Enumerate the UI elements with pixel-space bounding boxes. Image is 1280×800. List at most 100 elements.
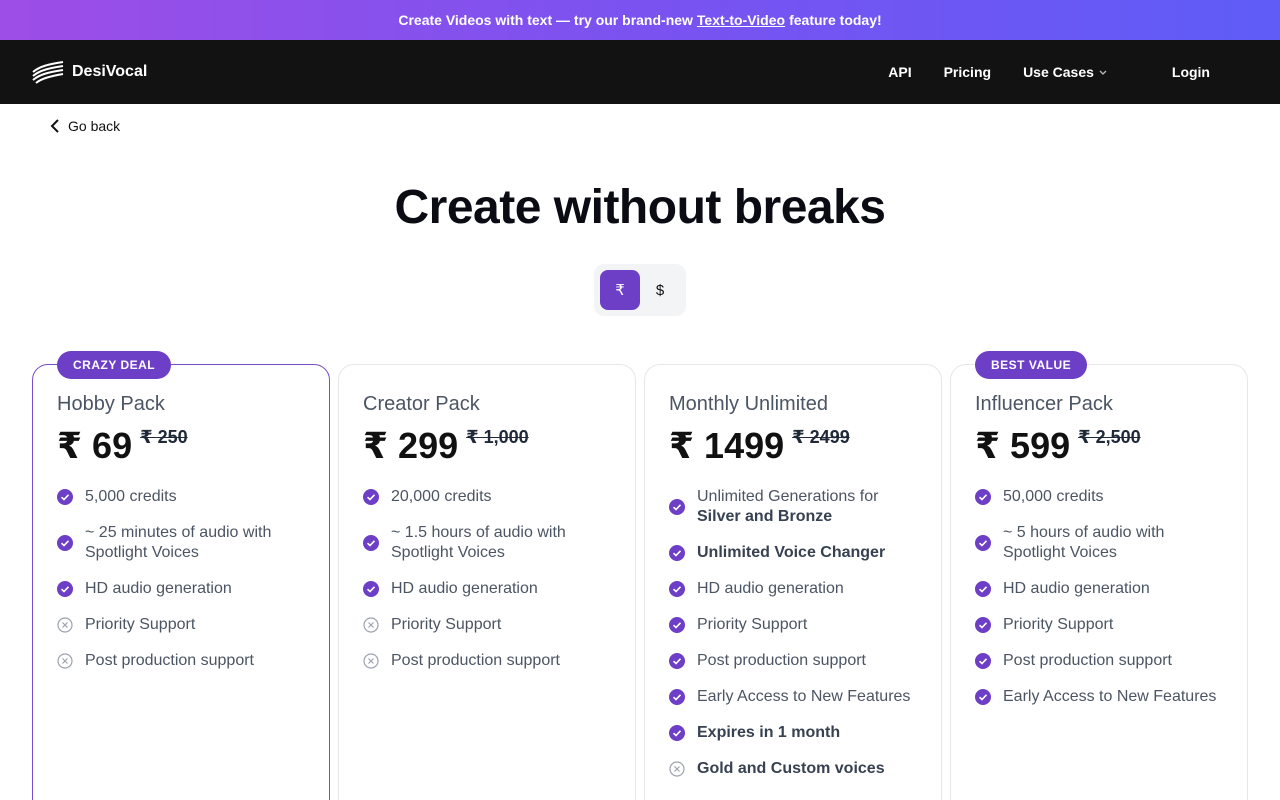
plan-name: Creator Pack [363, 393, 480, 415]
check-circle-icon [975, 689, 991, 705]
plan-name: Hobby Pack [57, 393, 165, 415]
check-circle-icon [57, 489, 73, 505]
plan-badge: CRAZY DEAL [57, 351, 172, 379]
check-circle-icon [669, 581, 685, 597]
feature-list: Unlimited Generations for Silver and Bro… [669, 487, 919, 795]
feature-item: Unlimited Voice Changer [669, 543, 919, 563]
plan-old-price: ₹ 2499 [792, 427, 850, 447]
feature-item: ~ 25 minutes of audio with Spotlight Voi… [57, 523, 307, 563]
feature-text: Gold and Custom voices [697, 760, 885, 777]
brand-name: DesiVocal [72, 63, 148, 80]
check-circle-icon [975, 653, 991, 669]
feature-text: HD audio generation [85, 580, 232, 597]
plan-price: ₹ 1499 [669, 425, 785, 466]
go-back-link[interactable]: Go back [50, 118, 120, 134]
feature-text: Early Access to New Features [1003, 688, 1217, 705]
check-circle-icon [669, 653, 685, 669]
feature-text: HD audio generation [391, 580, 538, 597]
currency-usd-button[interactable]: $ [640, 270, 680, 310]
feature-text: Unlimited Voice Changer [697, 544, 886, 561]
feature-text: 5,000 credits [85, 488, 177, 505]
feature-item: ~ 5 hours of audio with Spotlight Voices [975, 523, 1225, 563]
banner-text: Create Videos with text — try our brand-… [398, 12, 693, 28]
x-circle-icon [363, 617, 379, 633]
check-circle-icon [669, 545, 685, 561]
feature-item: Expires in 1 month [669, 723, 919, 743]
plan-price: ₹ 69 [57, 425, 133, 466]
login-button[interactable]: Login [1172, 64, 1210, 80]
chevron-down-icon [1099, 70, 1107, 75]
plan-card[interactable]: BEST VALUE Influencer Pack ₹ 599 ₹ 2,500 50,… [950, 351, 1248, 800]
nav-pricing[interactable]: Pricing [944, 64, 991, 80]
feature-text: ~ 5 hours of audio with Spotlight Voices [1003, 524, 1165, 561]
nav-api[interactable]: API [888, 64, 911, 80]
feature-item: 20,000 credits [363, 487, 613, 507]
feature-text: Priority Support [1003, 616, 1114, 633]
nav-use-cases[interactable]: Use Cases [1023, 64, 1108, 80]
feature-item: Gold and Custom voices [669, 759, 919, 779]
plan-badge: BEST VALUE [975, 351, 1088, 379]
feature-text: Post production support [1003, 652, 1172, 669]
page-title: Create without breaks [394, 181, 886, 234]
feature-list: 20,000 credits ~ 1.5 hours of audio with … [363, 487, 613, 687]
feature-text: HD audio generation [697, 580, 844, 597]
feature-text: 20,000 credits [391, 488, 492, 505]
check-circle-icon [57, 535, 73, 551]
check-circle-icon [363, 535, 379, 551]
feature-item: Post production support [57, 651, 307, 671]
text-to-video-link[interactable]: Text-to-Video [697, 12, 785, 28]
x-circle-icon [669, 761, 685, 777]
currency-inr-button[interactable]: ₹ [600, 270, 640, 310]
feature-item: Priority Support [669, 615, 919, 635]
feature-item: Post production support [975, 651, 1225, 671]
feature-item: 50,000 credits [975, 487, 1225, 507]
check-circle-icon [975, 535, 991, 551]
check-circle-icon [975, 617, 991, 633]
chevron-left-icon [50, 119, 59, 133]
feature-text: Early Access to New Features [697, 688, 911, 705]
feature-item: HD audio generation [363, 579, 613, 599]
brand-logo[interactable]: DesiVocal [32, 40, 147, 104]
feature-text: ~ 25 minutes of audio with Spotlight Voi… [85, 524, 272, 561]
promo-banner: Create Videos with text — try our brand-… [0, 0, 1280, 40]
feature-text: Post production support [697, 652, 866, 669]
x-circle-icon [363, 653, 379, 669]
feature-text: Priority Support [697, 616, 808, 633]
check-circle-icon [669, 725, 685, 741]
logo-icon [32, 61, 64, 84]
check-circle-icon [975, 581, 991, 597]
feature-text: Priority Support [85, 616, 196, 633]
go-back-label: Go back [68, 118, 121, 134]
feature-item: 5,000 credits [57, 487, 307, 507]
plan-old-price: ₹ 250 [140, 427, 188, 447]
feature-item: Priority Support [363, 615, 613, 635]
feature-text: HD audio generation [1003, 580, 1150, 597]
feature-item: Post production support [669, 651, 919, 671]
feature-item: ~ 1.5 hours of audio with Spotlight Voic… [363, 523, 613, 563]
feature-list: 50,000 credits ~ 5 hours of audio with Sp… [975, 487, 1225, 723]
feature-item: HD audio generation [669, 579, 919, 599]
feature-item: Early Access to New Features [669, 687, 919, 707]
check-circle-icon [975, 489, 991, 505]
plan-name: Monthly Unlimited [669, 393, 828, 415]
x-circle-icon [57, 617, 73, 633]
plan-price: ₹ 599 [975, 425, 1071, 466]
top-nav: DesiVocal API Pricing Use Cases Login [0, 40, 1280, 104]
feature-item: Post production support [363, 651, 613, 671]
check-circle-icon [669, 689, 685, 705]
plan-card[interactable]: CRAZY DEAL Hobby Pack ₹ 69 ₹ 250 5,000 credi… [32, 351, 330, 800]
feature-item: Early Access to New Features [975, 687, 1225, 707]
plan-name: Influencer Pack [975, 393, 1113, 415]
feature-text: Post production support [85, 652, 254, 669]
feature-list: 5,000 credits ~ 25 minutes of audio with … [57, 487, 307, 687]
check-circle-icon [669, 617, 685, 633]
feature-text: 50,000 credits [1003, 488, 1104, 505]
check-circle-icon [363, 581, 379, 597]
x-circle-icon [57, 653, 73, 669]
feature-text: Priority Support [391, 616, 502, 633]
check-circle-icon [669, 499, 685, 515]
plan-card[interactable]: Creator Pack ₹ 299 ₹ 1,000 20,000 credits ~ … [338, 364, 636, 800]
plan-card[interactable]: Monthly Unlimited ₹ 1499 ₹ 2499 Unlimited G… [644, 364, 942, 800]
feature-text: Expires in 1 month [697, 724, 841, 741]
feature-item: Priority Support [975, 615, 1225, 635]
